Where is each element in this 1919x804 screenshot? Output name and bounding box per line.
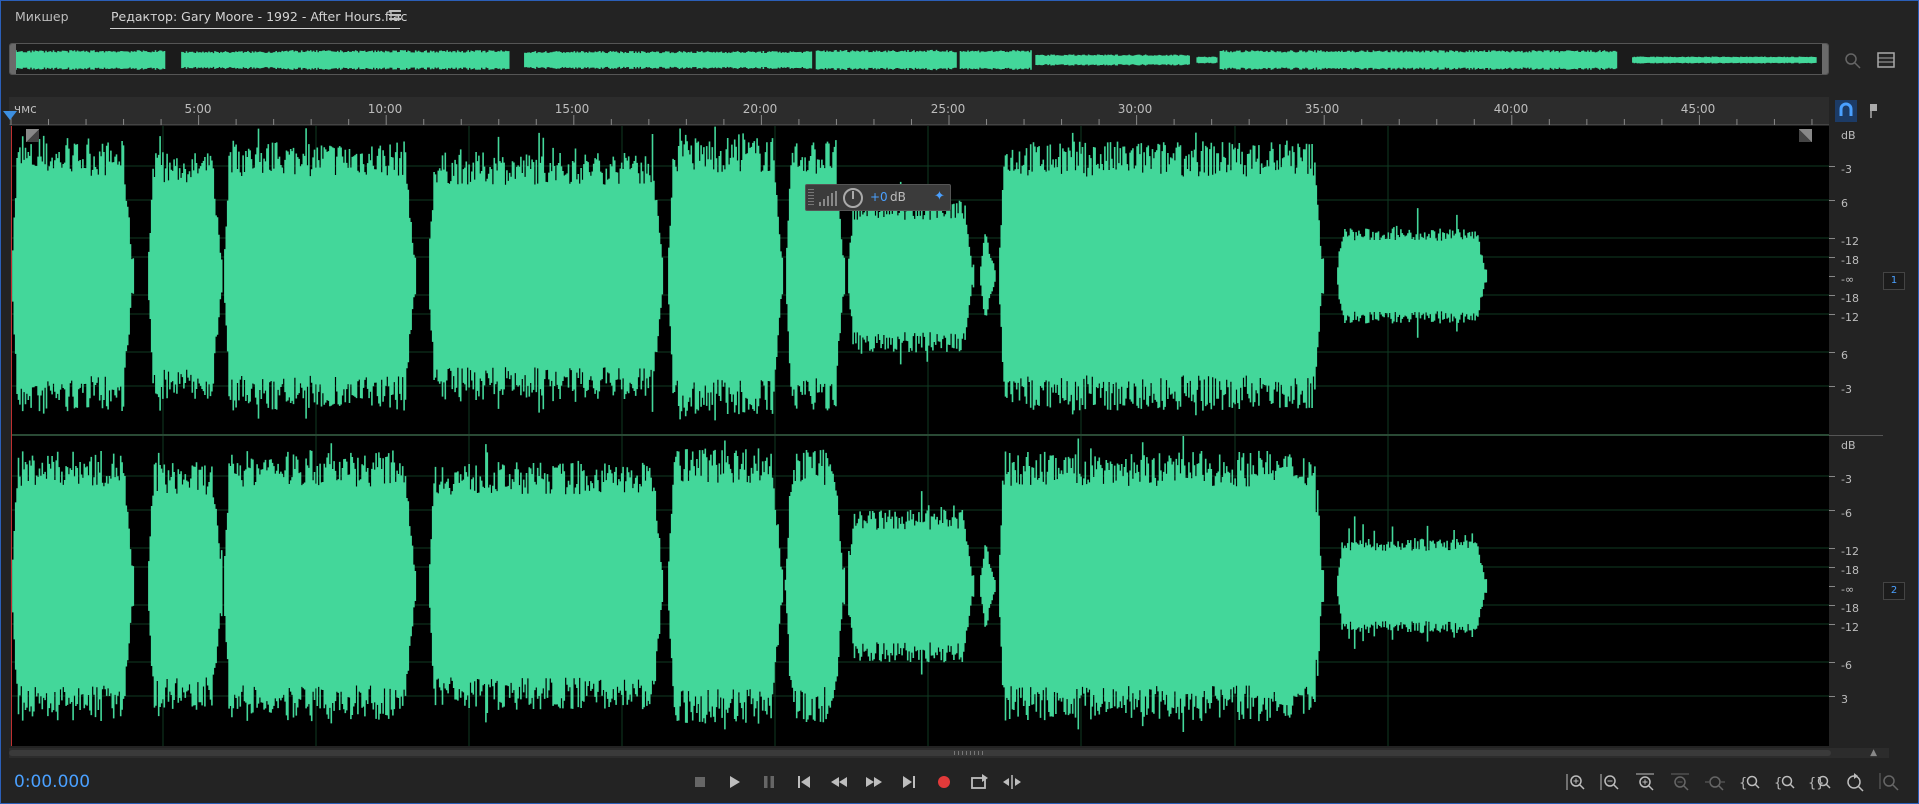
fade-out-handle[interactable] [1799, 129, 1812, 142]
play-icon[interactable] [723, 771, 745, 793]
panel-menu-icon[interactable] [389, 10, 401, 22]
overview-right-handle[interactable] [1822, 44, 1828, 74]
ruler-label: 20:00 [742, 102, 778, 116]
ruler-ticks [10, 115, 1813, 125]
overview-waveform [15, 49, 1817, 71]
skip-to-end-icon[interactable] [898, 771, 920, 793]
ruler-label: 25:00 [930, 102, 966, 116]
loop-icon[interactable] [968, 771, 990, 793]
db-label: 6 [1841, 349, 1848, 362]
zoom-full-icon[interactable] [1703, 771, 1727, 793]
svg-text:{}: {} [1808, 776, 1825, 791]
db-label: -18 [1841, 292, 1859, 305]
ruler-label: 40:00 [1493, 102, 1529, 116]
horizontal-scrollbar[interactable]: ▲ [9, 748, 1889, 758]
db-label: -6 [1841, 659, 1852, 672]
zoom-in-time-icon[interactable] [1633, 771, 1657, 793]
ruler-label: 30:00 [1117, 102, 1153, 116]
zoom-in-point-icon[interactable]: { [1773, 771, 1797, 793]
panel-options-icon[interactable] [1875, 49, 1897, 71]
level-meter-icon [819, 191, 837, 206]
ruler-label: 15:00 [554, 102, 590, 116]
ruler-label: 45:00 [1680, 102, 1716, 116]
scroll-collapse-icon[interactable]: ▲ [1870, 748, 1877, 758]
volume-value[interactable]: +0 [870, 190, 888, 204]
waveform-display[interactable] [11, 126, 1829, 746]
db-label: 6 [1841, 197, 1848, 210]
zoom-selection-icon[interactable]: { [1738, 771, 1762, 793]
zoom-extra-icon[interactable] [1878, 771, 1902, 793]
zoom-navigator-icon[interactable] [1841, 49, 1863, 71]
db-label: -6 [1841, 507, 1852, 520]
svg-text:{: { [1774, 776, 1782, 791]
current-time-display[interactable]: 0:00.000 [14, 772, 90, 792]
marker-icon[interactable] [1863, 100, 1885, 122]
overview-left-handle[interactable] [10, 44, 16, 74]
playhead-marker[interactable] [3, 111, 17, 120]
amplitude-ruler: dB -3 6 -12 -18 -∞ -18 -12 6 -3 dB -3 -6… [1829, 126, 1883, 746]
zoom-out-amplitude-icon[interactable] [1598, 771, 1622, 793]
db-label: -18 [1841, 564, 1859, 577]
fade-in-handle[interactable] [26, 129, 39, 142]
zoom-reset-icon[interactable] [1843, 771, 1867, 793]
panel-tabs: Микшер Редактор: Gary Moore - 1992 - Aft… [1, 1, 1918, 34]
waveform-overview[interactable] [9, 43, 1829, 75]
volume-hud[interactable]: +0 dB ✦ [805, 184, 951, 211]
db-label: -3 [1841, 473, 1852, 486]
stop-icon[interactable] [689, 771, 711, 793]
time-ruler[interactable]: чмс 5:00 10:00 15:00 20:00 25:00 30:00 3… [9, 97, 1829, 125]
scrollbar-thumb[interactable] [9, 750, 1831, 756]
db-label: -18 [1841, 602, 1859, 615]
pause-icon[interactable] [758, 771, 780, 793]
db-label: -∞ [1841, 583, 1855, 596]
tab-editor[interactable]: Редактор: Gary Moore - 1992 - After Hour… [111, 9, 407, 24]
db-label: -18 [1841, 254, 1859, 267]
skip-to-start-icon[interactable] [793, 771, 815, 793]
skip-selection-icon[interactable] [1001, 771, 1023, 793]
db-label: -3 [1841, 383, 1852, 396]
record-icon[interactable] [933, 771, 955, 793]
pin-icon[interactable]: ✦ [934, 190, 948, 204]
db-label: -12 [1841, 621, 1859, 634]
tab-mixer[interactable]: Микшер [15, 9, 69, 24]
zoom-in-amplitude-icon[interactable] [1564, 771, 1588, 793]
ruler-label: 35:00 [1304, 102, 1340, 116]
zoom-out-time-icon[interactable] [1668, 771, 1692, 793]
channel-badge-1[interactable]: 1 [1883, 272, 1905, 290]
scrollbar-grip[interactable] [954, 751, 984, 755]
volume-knob[interactable] [843, 188, 863, 208]
db-label: -3 [1841, 163, 1852, 176]
db-label: dB [1841, 129, 1856, 142]
audition-editor-window: { "tabs": { "mixer": "Микшер", "editor":… [0, 0, 1919, 804]
db-label: dB [1841, 439, 1856, 452]
fast-forward-icon[interactable] [863, 771, 885, 793]
db-label: -12 [1841, 545, 1859, 558]
db-label: -∞ [1841, 273, 1855, 286]
volume-unit: dB [890, 190, 906, 204]
snap-magnet-icon[interactable] [1835, 100, 1857, 122]
db-label: -12 [1841, 311, 1859, 324]
ruler-label: 10:00 [367, 102, 403, 116]
svg-text:{: { [1739, 776, 1747, 791]
rewind-icon[interactable] [828, 771, 850, 793]
hud-grip[interactable] [808, 189, 814, 207]
active-tab-underline [110, 28, 400, 29]
ruler-label: 5:00 [184, 102, 212, 116]
zoom-out-point-icon[interactable]: {} [1808, 771, 1832, 793]
channel-badge-2[interactable]: 2 [1883, 582, 1905, 600]
db-label: -12 [1841, 235, 1859, 248]
db-label: 3 [1841, 693, 1848, 706]
waveform-channels [11, 126, 1829, 746]
ruler-unit-label: чмс [14, 102, 37, 116]
